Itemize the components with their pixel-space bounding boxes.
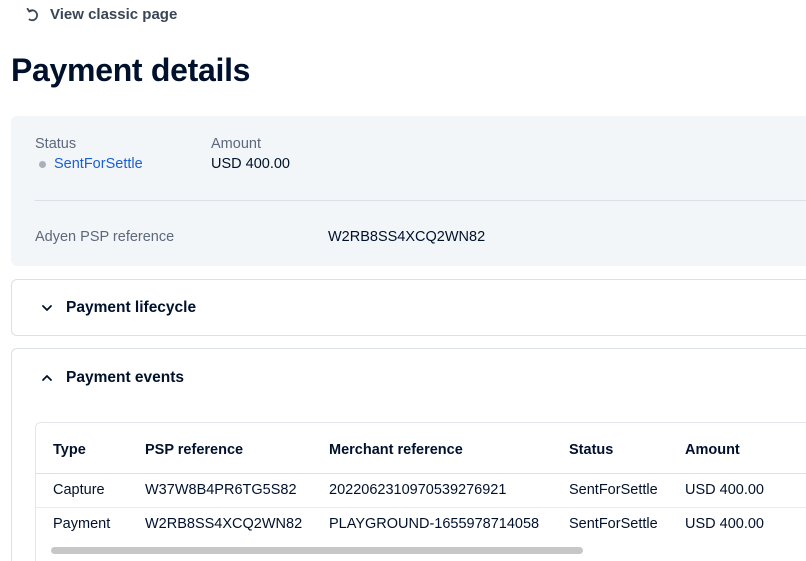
payment-lifecycle-title: Payment lifecycle [66, 299, 197, 316]
payment-events-title: Payment events [66, 369, 185, 386]
horizontal-scrollbar[interactable] [51, 547, 583, 554]
view-classic-page-link[interactable]: View classic page [26, 6, 177, 23]
chevron-down-icon [40, 301, 54, 315]
column-header-psp-reference: PSP reference [145, 423, 329, 474]
payment-events-table: Type PSP reference Merchant reference St… [36, 423, 806, 541]
table-header-row: Type PSP reference Merchant reference St… [36, 423, 806, 474]
cell-psp-reference: W37W8B4PR6TG5S82 [145, 482, 297, 498]
amount-value: USD 400.00 [211, 156, 290, 172]
payment-summary: Status Amount SentForSettle USD 400.00 A… [11, 116, 806, 266]
status-value-text: SentForSettle [54, 156, 143, 172]
table-row[interactable]: Payment W2RB8SS4XCQ2WN82 PLAYGROUND-1655… [36, 506, 806, 541]
column-header-status: Status [569, 423, 685, 474]
payment-events-toggle[interactable]: Payment events [40, 369, 184, 387]
psp-reference-value: W2RB8SS4XCQ2WN82 [328, 229, 486, 245]
cell-amount: USD 400.00 [685, 506, 806, 541]
amount-label: Amount [211, 136, 261, 152]
payment-lifecycle-toggle[interactable]: Payment lifecycle [40, 299, 196, 317]
cell-status: SentForSettle [569, 482, 658, 498]
status-value-link[interactable]: SentForSettle [39, 156, 143, 172]
view-classic-page-label: View classic page [50, 6, 178, 23]
column-header-type: Type [36, 423, 145, 474]
column-header-amount: Amount [685, 423, 806, 474]
status-dot-icon [39, 160, 46, 168]
cell-amount: USD 400.00 [685, 482, 764, 498]
cell-type: Payment [36, 506, 145, 541]
undo-arrow-icon [26, 7, 40, 23]
page-title: Payment details [11, 52, 251, 88]
cell-merchant-reference: PLAYGROUND-1655978714058 [329, 506, 569, 541]
cell-merchant-reference: 2022062310970539276921 [329, 482, 507, 498]
chevron-up-icon [40, 371, 54, 385]
summary-divider [35, 200, 806, 201]
cell-status: SentForSettle [569, 506, 685, 541]
psp-reference-label: Adyen PSP reference [35, 229, 175, 245]
cell-psp-reference: W2RB8SS4XCQ2WN82 [145, 506, 329, 541]
table-row[interactable]: Capture W37W8B4PR6TG5S82 202206231097053… [36, 473, 806, 507]
column-header-merchant-reference: Merchant reference [329, 423, 569, 474]
payment-events-section: Payment events Type PSP reference Mercha… [11, 348, 806, 561]
payment-lifecycle-section: Payment lifecycle [11, 279, 806, 336]
status-label: Status [35, 136, 77, 152]
cell-type: Capture [53, 482, 105, 498]
payment-events-table-container[interactable]: Type PSP reference Merchant reference St… [35, 422, 806, 561]
